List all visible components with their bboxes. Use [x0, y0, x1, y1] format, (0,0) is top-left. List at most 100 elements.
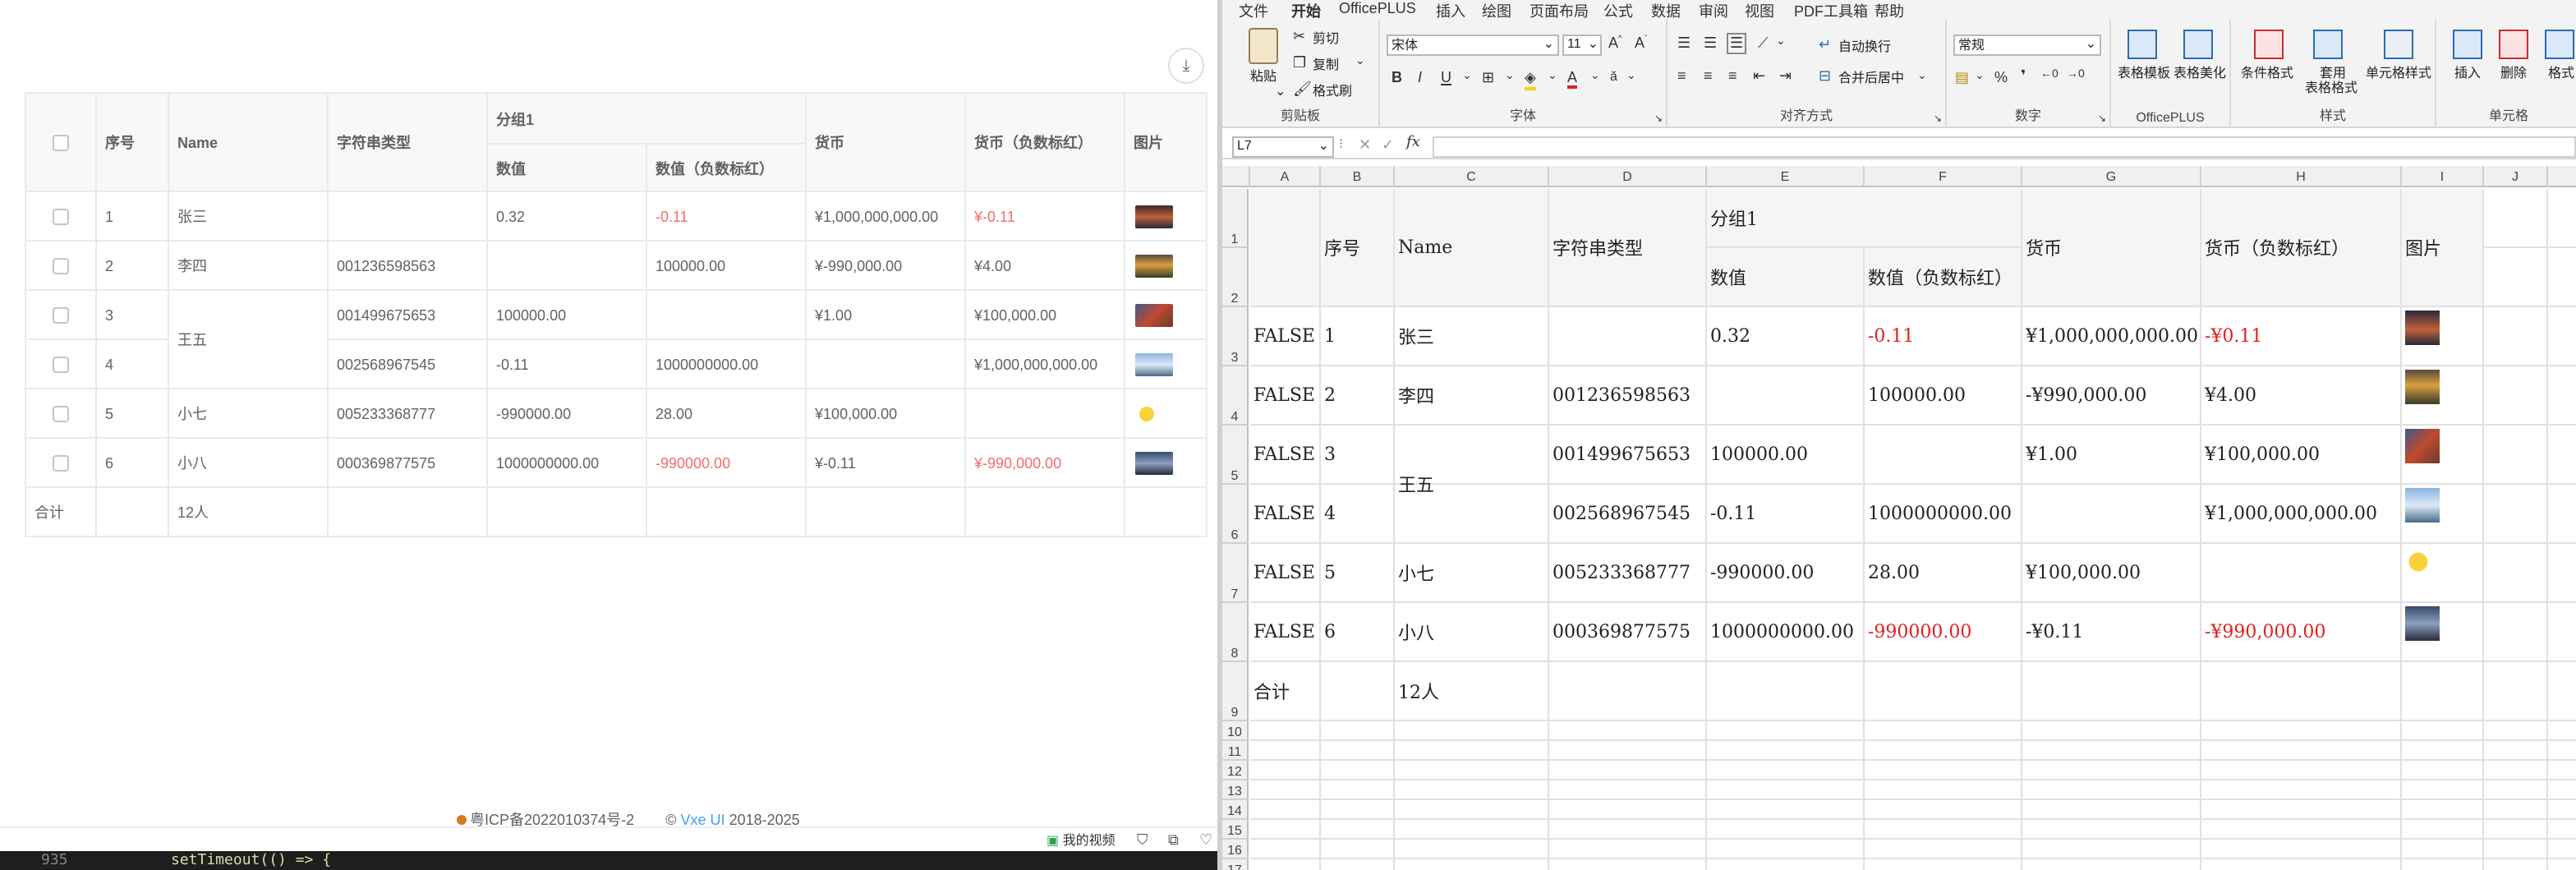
- cut-button[interactable]: 剪切: [1313, 30, 1339, 48]
- cell-cur_neg[interactable]: ¥4.00: [2201, 366, 2400, 424]
- cell-cur_neg[interactable]: [2201, 544, 2400, 601]
- cell-a[interactable]: FALSE: [1250, 485, 1319, 542]
- column-header-D[interactable]: D: [1549, 166, 1707, 187]
- font-color-icon[interactable]: A: [1567, 69, 1578, 89]
- row-header-6[interactable]: 6: [1222, 485, 1249, 544]
- paste-icon[interactable]: [1249, 28, 1278, 64]
- conditional-format-button[interactable]: 条件格式: [2241, 64, 2293, 82]
- header-currency-neg[interactable]: 货币（负数标红）: [2201, 189, 2400, 306]
- row-checkbox[interactable]: [53, 454, 69, 472]
- orientation-dropdown-icon[interactable]: ⌄: [1776, 35, 1786, 48]
- thumbnail-image[interactable]: [1135, 451, 1174, 474]
- my-video-button[interactable]: ▣ 我的视频: [1046, 831, 1116, 849]
- cell-str[interactable]: 005233368777: [1549, 544, 1705, 601]
- select-all-corner[interactable]: [1222, 166, 1250, 187]
- font-name-select[interactable]: 宋体 ⌄: [1387, 35, 1559, 56]
- cell-a[interactable]: FALSE: [1250, 544, 1319, 601]
- fill-color-icon[interactable]: ◈: [1525, 69, 1536, 90]
- select-all-checkbox[interactable]: [53, 134, 69, 151]
- accounting-format-icon[interactable]: ▤: [1955, 69, 1969, 87]
- orientation-icon[interactable]: ⟋: [1758, 35, 1769, 53]
- align-top-icon[interactable]: ☰: [1677, 35, 1690, 53]
- insert-cells-icon[interactable]: [2453, 30, 2482, 59]
- comma-style-icon[interactable]: ❜: [2021, 67, 2026, 85]
- cell-cur_neg[interactable]: ¥1,000,000,000.00: [2201, 485, 2400, 542]
- number-dialog-launcher-icon[interactable]: ↘: [2098, 113, 2106, 125]
- cell-name[interactable]: 王五: [1395, 426, 1548, 542]
- cell-cur[interactable]: ¥1,000,000,000.00: [2022, 307, 2200, 365]
- row-header-3[interactable]: 3: [1222, 307, 1249, 366]
- column-header-K[interactable]: K: [2548, 166, 2576, 187]
- cell-num[interactable]: 0.32: [1707, 307, 1863, 365]
- conditional-format-icon[interactable]: [2254, 30, 2284, 59]
- column-header-J[interactable]: J: [2484, 166, 2548, 187]
- column-header-B[interactable]: B: [1321, 166, 1395, 187]
- cell-cur_neg[interactable]: -¥990,000.00: [2201, 603, 2400, 661]
- row-header-8[interactable]: 8: [1222, 603, 1249, 662]
- cell-str[interactable]: [1549, 307, 1705, 365]
- download-button[interactable]: ⤓: [1168, 48, 1204, 84]
- cell-style-button[interactable]: 单元格样式: [2366, 64, 2431, 82]
- cell-a[interactable]: FALSE: [1250, 603, 1319, 661]
- row-checkbox[interactable]: [53, 208, 69, 225]
- cell-num_neg[interactable]: -990000.00: [1865, 603, 2021, 661]
- menu-9[interactable]: 视图: [1745, 0, 1774, 21]
- cell-cur[interactable]: ¥1.00: [2022, 426, 2200, 483]
- align-center-icon[interactable]: ≡: [1704, 67, 1713, 84]
- copy-icon[interactable]: ❐: [1293, 54, 1306, 72]
- formula-input[interactable]: [1433, 136, 2576, 158]
- percent-icon[interactable]: %: [1994, 69, 2008, 85]
- copy-dropdown-icon[interactable]: ⌄: [1355, 54, 1365, 67]
- cell-A1[interactable]: [1250, 189, 1319, 306]
- column-header-A[interactable]: A: [1250, 166, 1321, 187]
- fill-dropdown-icon[interactable]: ⌄: [1548, 69, 1557, 82]
- cell-cur[interactable]: ¥100,000.00: [2022, 544, 2200, 601]
- paste-dropdown-icon[interactable]: ⌄: [1275, 84, 1286, 99]
- cell-str[interactable]: 002568967545: [1549, 485, 1705, 542]
- menu-5[interactable]: 页面布局: [1530, 0, 1589, 21]
- column-header-H[interactable]: H: [2201, 166, 2402, 187]
- header-name[interactable]: Name: [1395, 189, 1548, 306]
- format-painter-icon[interactable]: 🖌: [1293, 81, 1312, 99]
- cell-num[interactable]: [1707, 366, 1863, 424]
- row-header-14[interactable]: 14: [1222, 800, 1249, 820]
- menu-10[interactable]: PDF工具箱: [1794, 0, 1868, 21]
- cell-a[interactable]: FALSE: [1250, 307, 1319, 365]
- table-row[interactable]: 1 张三 0.32 -0.11 ¥1,000,000,000.00 ¥-0.11: [25, 191, 1208, 242]
- picture-image[interactable]: [2405, 429, 2440, 463]
- wrap-text-button[interactable]: 自动换行: [1838, 38, 1891, 56]
- column-header-F[interactable]: F: [1865, 166, 2022, 187]
- cell-name[interactable]: 李四: [1395, 366, 1548, 424]
- bold-icon[interactable]: B: [1392, 69, 1402, 85]
- table-beautify-icon[interactable]: [2183, 30, 2213, 59]
- cell-cur[interactable]: [2022, 485, 2200, 542]
- row-header-5[interactable]: 5: [1222, 426, 1249, 485]
- row-checkbox[interactable]: [53, 405, 69, 422]
- align-bottom-icon[interactable]: ☰: [1727, 33, 1747, 54]
- border-icon[interactable]: ⊞: [1482, 69, 1494, 87]
- delete-cells-icon[interactable]: [2499, 30, 2528, 59]
- total-count[interactable]: 12人: [1395, 662, 1548, 720]
- cell-num_neg[interactable]: 100000.00: [1865, 366, 2021, 424]
- column-header-E[interactable]: E: [1707, 166, 1865, 187]
- table-beautify-button[interactable]: 表格美化: [2174, 64, 2226, 82]
- cell-num_neg[interactable]: 28.00: [1865, 544, 2021, 601]
- underline-icon[interactable]: U: [1441, 69, 1451, 85]
- row-header-9[interactable]: 9: [1222, 662, 1249, 721]
- menu-8[interactable]: 审阅: [1699, 0, 1728, 21]
- thumbnail-image[interactable]: [1135, 205, 1174, 228]
- menu-3[interactable]: 插入: [1436, 0, 1465, 21]
- menu-6[interactable]: 公式: [1603, 0, 1633, 21]
- column-header-C[interactable]: C: [1395, 166, 1549, 187]
- enter-icon[interactable]: ✓: [1382, 136, 1394, 154]
- cell-seq[interactable]: 2: [1321, 366, 1393, 424]
- header-currency[interactable]: 货币: [2022, 189, 2200, 306]
- function-icon[interactable]: fx: [1406, 135, 1420, 151]
- header-group[interactable]: 分组1: [1707, 189, 2021, 246]
- row-header-10[interactable]: 10: [1222, 721, 1249, 741]
- row-header-17[interactable]: 17: [1222, 859, 1249, 870]
- table-row[interactable]: 2 李四 001236598563 100000.00 ¥-990,000.00 ¥4.0…: [25, 240, 1208, 291]
- column-header-G[interactable]: G: [2022, 166, 2201, 187]
- cell-num[interactable]: 100000.00: [1707, 426, 1863, 483]
- row-header-12[interactable]: 12: [1222, 761, 1249, 780]
